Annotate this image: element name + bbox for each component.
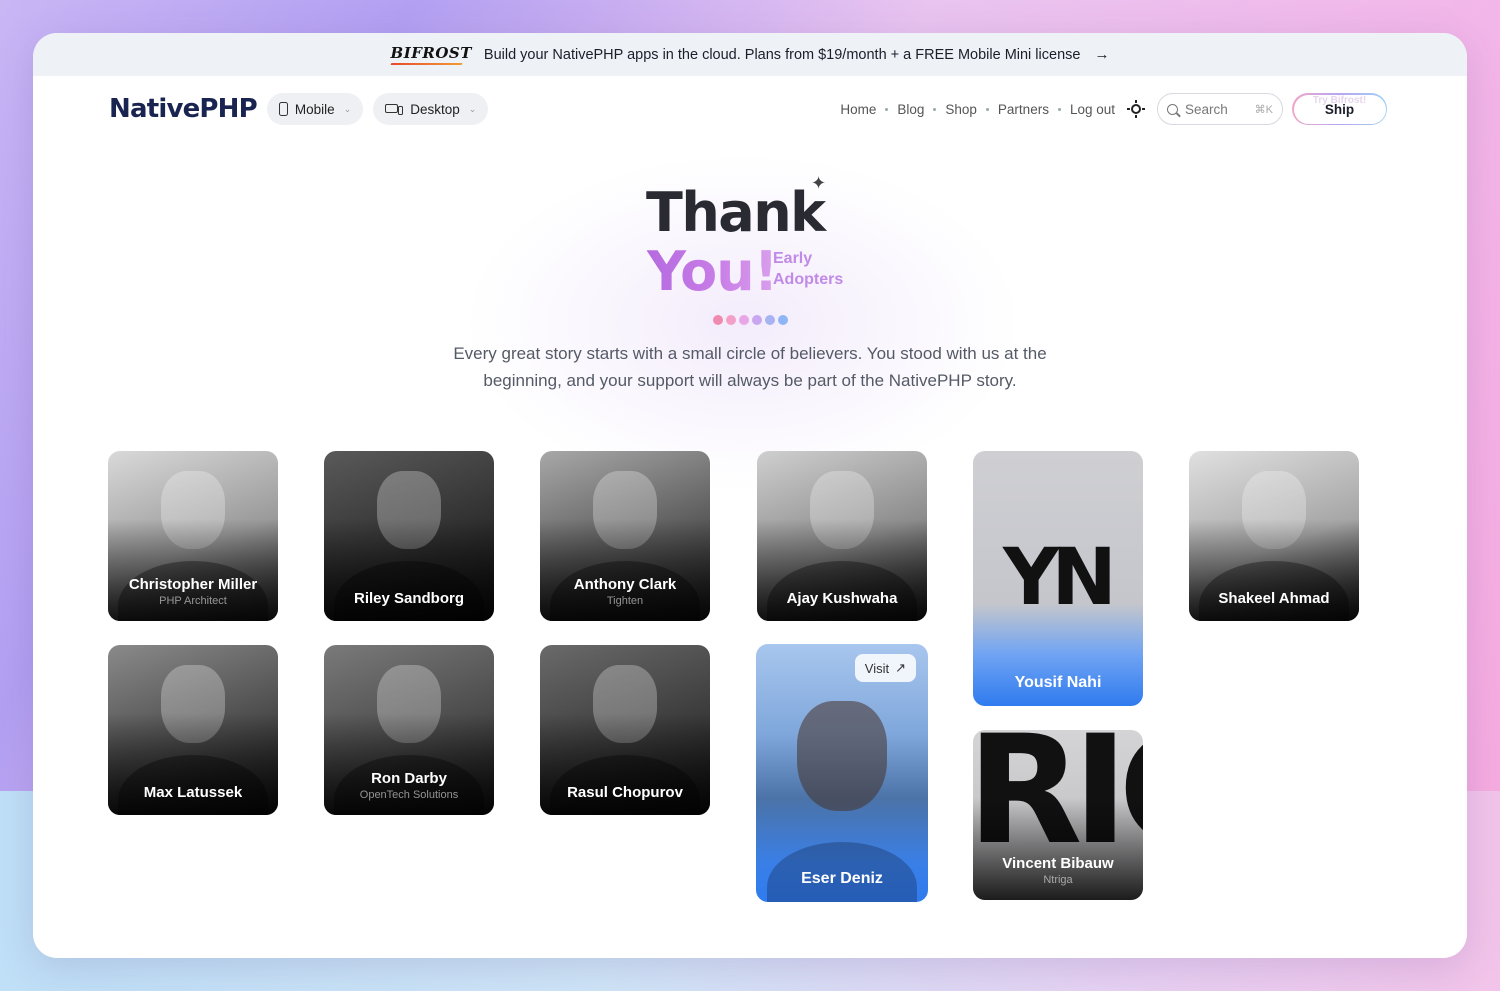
card-vincent-bibauw[interactable]: RIC Vincent Bibauw Ntriga	[973, 730, 1143, 900]
ship-button-hover-text: Try Bifrost!	[1312, 94, 1367, 106]
nav-separator	[1057, 107, 1061, 111]
card-name: Ajay Kushwaha	[786, 590, 898, 607]
card-name: Yousif Nahi	[1014, 674, 1102, 691]
nav-right: Home Blog Shop Partners Log out Search ⌘…	[840, 93, 1387, 125]
card-rasul-chopurov[interactable]: Rasul Chopurov	[540, 645, 710, 815]
browser-window: BIFROST Build your NativePHP apps in the…	[33, 33, 1467, 958]
card-name: Max Latussek	[143, 784, 243, 801]
nav-separator	[985, 107, 989, 111]
dot	[713, 315, 723, 325]
desktop-dropdown[interactable]: Desktop ⌄	[373, 93, 489, 125]
chevron-down-icon: ⌄	[343, 103, 352, 114]
card-role: Ntriga	[1043, 874, 1073, 886]
search-placeholder: Search	[1185, 101, 1228, 117]
mobile-dropdown-label: Mobile	[294, 101, 335, 117]
card-anthony-clark[interactable]: Anthony Clark Tighten	[540, 451, 710, 621]
phone-icon	[278, 102, 288, 116]
card-shakeel-ahmad[interactable]: Shakeel Ahmad	[1189, 451, 1359, 621]
arrow-right-icon: →	[1094, 46, 1110, 63]
decorative-dots	[713, 315, 788, 325]
card-riley-sandborg[interactable]: Riley Sandborg	[324, 451, 494, 621]
hero-subtitle-line2: Adopters	[773, 271, 844, 288]
dot	[752, 315, 762, 325]
external-link-icon: ↗	[895, 660, 906, 675]
yn-logo: YN	[1003, 533, 1117, 623]
top-nav: NativePHP Mobile ⌄ Desktop ⌄ Home Blog S…	[109, 91, 1387, 127]
visit-label: Visit	[864, 660, 890, 676]
sparkle-icon: ✦	[811, 173, 827, 193]
nav-separator	[885, 107, 889, 111]
card-name: Anthony Clark	[573, 576, 677, 593]
card-yousif-nahi[interactable]: YN Yousif Nahi	[973, 451, 1143, 706]
mobile-dropdown[interactable]: Mobile ⌄	[266, 93, 364, 125]
bifrost-logo: BIFROST	[391, 44, 472, 65]
search-icon	[1167, 103, 1178, 115]
card-ron-darby[interactable]: Ron Darby OpenTech Solutions	[324, 645, 494, 815]
search-button[interactable]: Search ⌘K	[1157, 93, 1283, 125]
card-role: Tighten	[606, 595, 644, 607]
nav-link-blog[interactable]: Blog	[897, 102, 924, 117]
banner-text: Build your NativePHP apps in the cloud. …	[483, 46, 1081, 63]
portrait-photo	[797, 700, 887, 811]
card-eser-deniz[interactable]: Visit ↗ Eser Deniz	[756, 644, 928, 902]
ship-button[interactable]: Try Bifrost! Ship	[1292, 93, 1387, 125]
search-shortcut: ⌘K	[1254, 103, 1273, 116]
dot	[726, 315, 736, 325]
card-name: Rasul Chopurov	[567, 784, 683, 801]
hero-title-thank: Thank	[646, 181, 826, 244]
card-role: PHP Architect	[159, 595, 227, 607]
nav-separator	[933, 107, 937, 111]
desktop-dropdown-label: Desktop	[410, 101, 460, 117]
card-ajay-kushwaha[interactable]: Ajay Kushwaha	[757, 451, 927, 621]
nav-link-partners[interactable]: Partners	[998, 102, 1049, 117]
nav-link-logout[interactable]: Log out	[1070, 102, 1115, 117]
promo-banner[interactable]: BIFROST Build your NativePHP apps in the…	[33, 33, 1467, 76]
card-christopher-miller[interactable]: Christopher Miller PHP Architect	[108, 451, 278, 621]
card-name: Shakeel Ahmad	[1218, 590, 1330, 607]
nav-link-home[interactable]: Home	[840, 102, 876, 117]
dot	[765, 315, 775, 325]
card-name: Ron Darby	[371, 770, 447, 787]
card-name: Riley Sandborg	[353, 590, 465, 607]
theme-toggle-sun-icon[interactable]	[1127, 100, 1145, 118]
visit-button[interactable]: Visit ↗	[854, 654, 916, 682]
hero-title-you: You!	[647, 240, 778, 303]
card-role: OpenTech Solutions	[359, 789, 459, 801]
hero-description: Every great story starts with a small ci…	[453, 344, 1047, 390]
chevron-down-icon: ⌄	[468, 103, 477, 114]
card-name: Christopher Miller	[128, 576, 258, 593]
desktop-icon	[385, 103, 404, 116]
dot	[739, 315, 749, 325]
card-name: Eser Deniz	[801, 870, 883, 887]
nav-link-shop[interactable]: Shop	[945, 102, 977, 117]
dot	[778, 315, 788, 325]
card-max-latussek[interactable]: Max Latussek	[108, 645, 278, 815]
nativephp-logo[interactable]: NativePHP	[109, 94, 258, 124]
hero-subtitle: Early Adopters	[773, 248, 843, 290]
hero-subtitle-line1: Early	[773, 250, 813, 267]
card-name: Vincent Bibauw	[1002, 855, 1114, 872]
